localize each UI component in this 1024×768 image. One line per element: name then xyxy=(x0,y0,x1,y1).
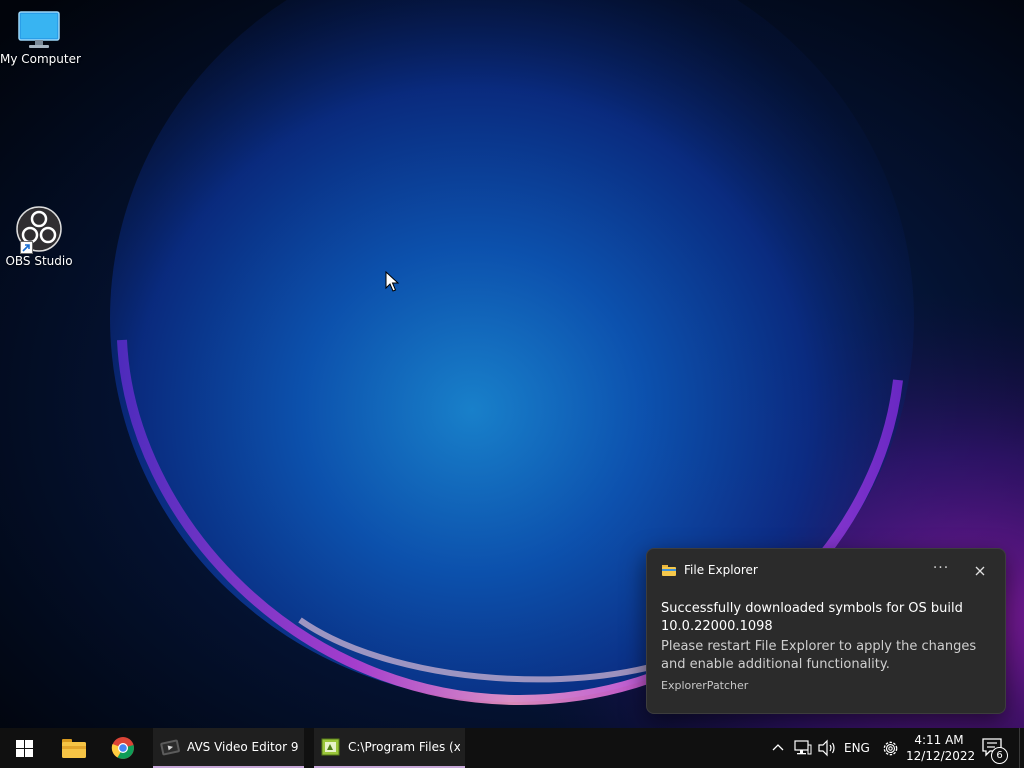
desktop-icon-obs-studio[interactable]: OBS Studio xyxy=(0,206,78,268)
avs-video-editor-icon xyxy=(160,739,180,756)
task-label: AVS Video Editor 9.... xyxy=(187,740,299,754)
notification-count-badge: 6 xyxy=(991,747,1008,764)
system-clock[interactable]: 4:11 AM 12/12/2022 xyxy=(906,732,976,764)
monitor-icon xyxy=(18,11,60,48)
desktop-icon-label: My Computer xyxy=(0,52,81,66)
file-explorer-icon xyxy=(62,739,86,758)
windows-start-icon xyxy=(16,740,33,757)
taskbar: AVS Video Editor 9.... C:\Program Files … xyxy=(0,728,1024,768)
toast-message: Please restart File Explorer to apply th… xyxy=(661,639,977,672)
toast-header: File Explorer ··· xyxy=(647,549,1005,593)
mouse-cursor-icon xyxy=(385,271,399,292)
shortcut-arrow-icon xyxy=(20,241,33,254)
taskbar-chrome-button[interactable] xyxy=(101,728,145,768)
volume-icon[interactable] xyxy=(817,739,837,757)
folder-icon xyxy=(662,565,676,576)
network-icon[interactable] xyxy=(794,740,812,756)
desktop-icon-my-computer[interactable]: My Computer xyxy=(0,10,81,66)
taskbar-task-avs-video-editor[interactable]: AVS Video Editor 9.... xyxy=(153,728,304,768)
clock-time: 4:11 AM xyxy=(914,733,964,747)
desktop: My Computer OBS Studio File Explorer ···… xyxy=(0,0,1024,728)
toast-notification[interactable]: File Explorer ··· Successfully downloade… xyxy=(646,548,1006,714)
start-button[interactable] xyxy=(0,728,48,768)
language-indicator[interactable]: ENG xyxy=(844,741,870,755)
desktop-icon-label: OBS Studio xyxy=(5,254,73,268)
clock-date: 12/12/2022 xyxy=(906,749,976,763)
chrome-icon xyxy=(111,737,134,759)
notification-center-button[interactable]: 6 xyxy=(981,737,1008,764)
close-icon[interactable] xyxy=(969,560,991,582)
show-desktop-button[interactable] xyxy=(1019,728,1024,768)
toast-more-options-button[interactable]: ··· xyxy=(929,559,953,581)
task-label: C:\Program Files (x... xyxy=(348,740,460,754)
taskbar-task-program-files[interactable]: C:\Program Files (x... xyxy=(314,728,465,768)
gear-icon[interactable] xyxy=(881,739,900,758)
taskbar-file-explorer-button[interactable] xyxy=(52,728,96,768)
chevron-up-icon[interactable] xyxy=(770,740,786,756)
toast-attribution: ExplorerPatcher xyxy=(661,679,749,692)
toast-app-name: File Explorer xyxy=(684,563,758,577)
setup-installer-icon xyxy=(321,738,340,756)
toast-title: Successfully downloaded symbols for OS b… xyxy=(661,601,963,634)
toast-body: Successfully downloaded symbols for OS b… xyxy=(661,600,997,692)
